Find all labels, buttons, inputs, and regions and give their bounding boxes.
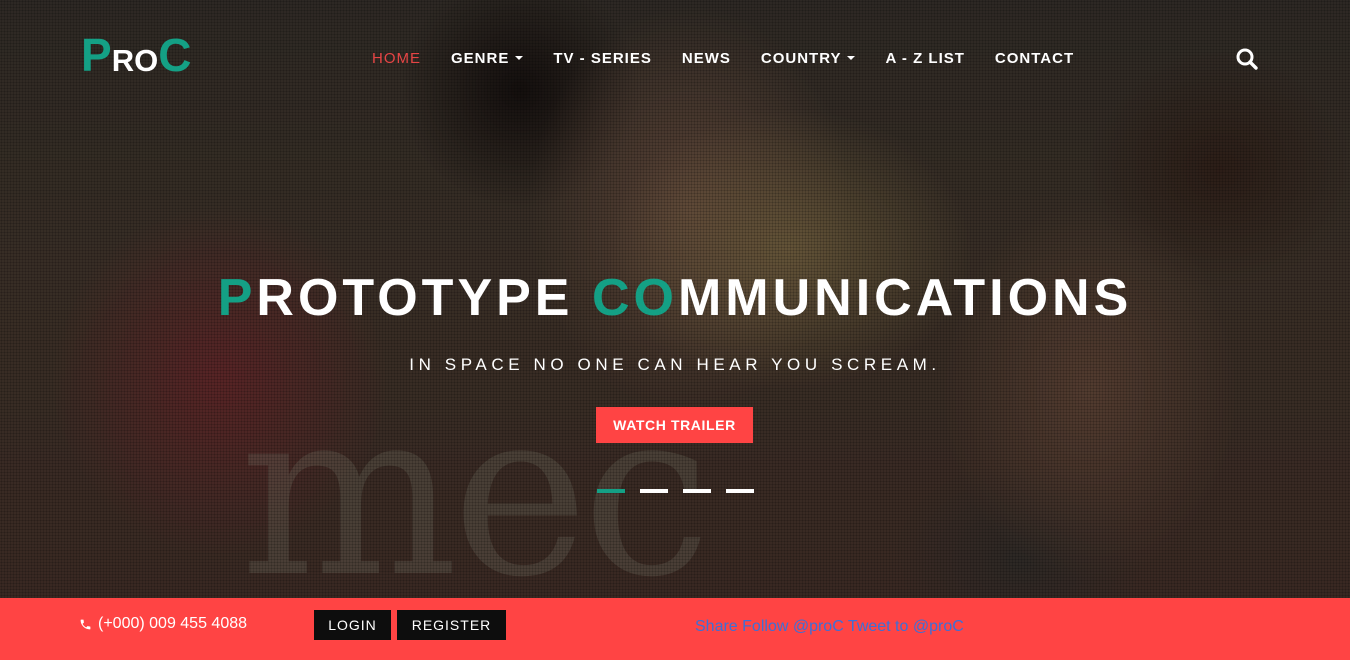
nav-item-label: HOME <box>372 50 421 67</box>
watch-trailer-button[interactable]: WATCH TRAILER <box>596 407 753 443</box>
nav-item-a-z-list[interactable]: A - Z LIST <box>885 50 964 67</box>
nav-item-home[interactable]: HOME <box>372 50 421 67</box>
caret-down-icon <box>515 56 524 60</box>
slide-indicator-1[interactable] <box>597 489 625 493</box>
hero-title: PROTOTYPE COMMUNICATIONS <box>0 268 1350 328</box>
phone-icon <box>80 619 91 629</box>
logo-letter-p: P <box>81 29 112 81</box>
bottom-bar: (+000) 009 455 4088 LOGIN REGISTER Share… <box>0 598 1350 660</box>
nav-item-country[interactable]: COUNTRY <box>761 50 856 67</box>
nav-item-contact[interactable]: CONTACT <box>995 50 1074 67</box>
nav-item-label: A - Z LIST <box>885 50 965 67</box>
phone-number: (+000) 009 455 4088 <box>98 615 248 632</box>
nav-item-news[interactable]: NEWS <box>682 50 731 67</box>
nav-item-label: CONTACT <box>994 50 1075 67</box>
phone-contact[interactable]: (+000) 009 455 4088 <box>79 615 247 633</box>
search-icon[interactable] <box>1235 47 1259 71</box>
login-button[interactable]: LOGIN <box>314 610 391 640</box>
main-nav: HOME GENRE TV - SERIES NEWS COUNTRY A - … <box>372 50 1104 67</box>
hero-title-accent-p: P <box>217 269 257 327</box>
slide-indicator-3[interactable] <box>683 489 711 493</box>
nav-item-tv-series[interactable]: TV - SERIES <box>553 50 652 67</box>
nav-item-label: COUNTRY <box>760 50 842 67</box>
slider-indicators <box>597 489 769 493</box>
share-link[interactable]: Share <box>695 618 738 635</box>
register-button[interactable]: REGISTER <box>397 610 506 640</box>
hero-subtitle: IN SPACE NO ONE CAN HEAR YOU SCREAM. <box>409 355 941 374</box>
nav-item-label: TV - SERIES <box>553 50 652 67</box>
hero-title-mmunications: MMUNICATIONS <box>677 269 1133 327</box>
slide-indicator-2[interactable] <box>640 489 668 493</box>
hero-title-rototype: ROTOTYPE <box>256 269 592 327</box>
social-links: Share Follow @proC Tweet to @proC <box>695 618 964 636</box>
slide-indicator-4[interactable] <box>726 489 754 493</box>
logo-letters-ro: RO <box>111 43 159 78</box>
hero-title-accent-co: CO <box>591 269 678 327</box>
follow-link[interactable]: Follow @proC <box>742 618 844 635</box>
nav-item-label: GENRE <box>451 50 510 67</box>
logo-letter-c: C <box>158 29 192 81</box>
nav-item-genre[interactable]: GENRE <box>451 50 524 67</box>
caret-down-icon <box>847 56 856 60</box>
tweet-link[interactable]: Tweet to @proC <box>848 618 964 635</box>
site-logo[interactable]: PROC <box>81 28 191 82</box>
nav-item-label: NEWS <box>681 50 731 67</box>
